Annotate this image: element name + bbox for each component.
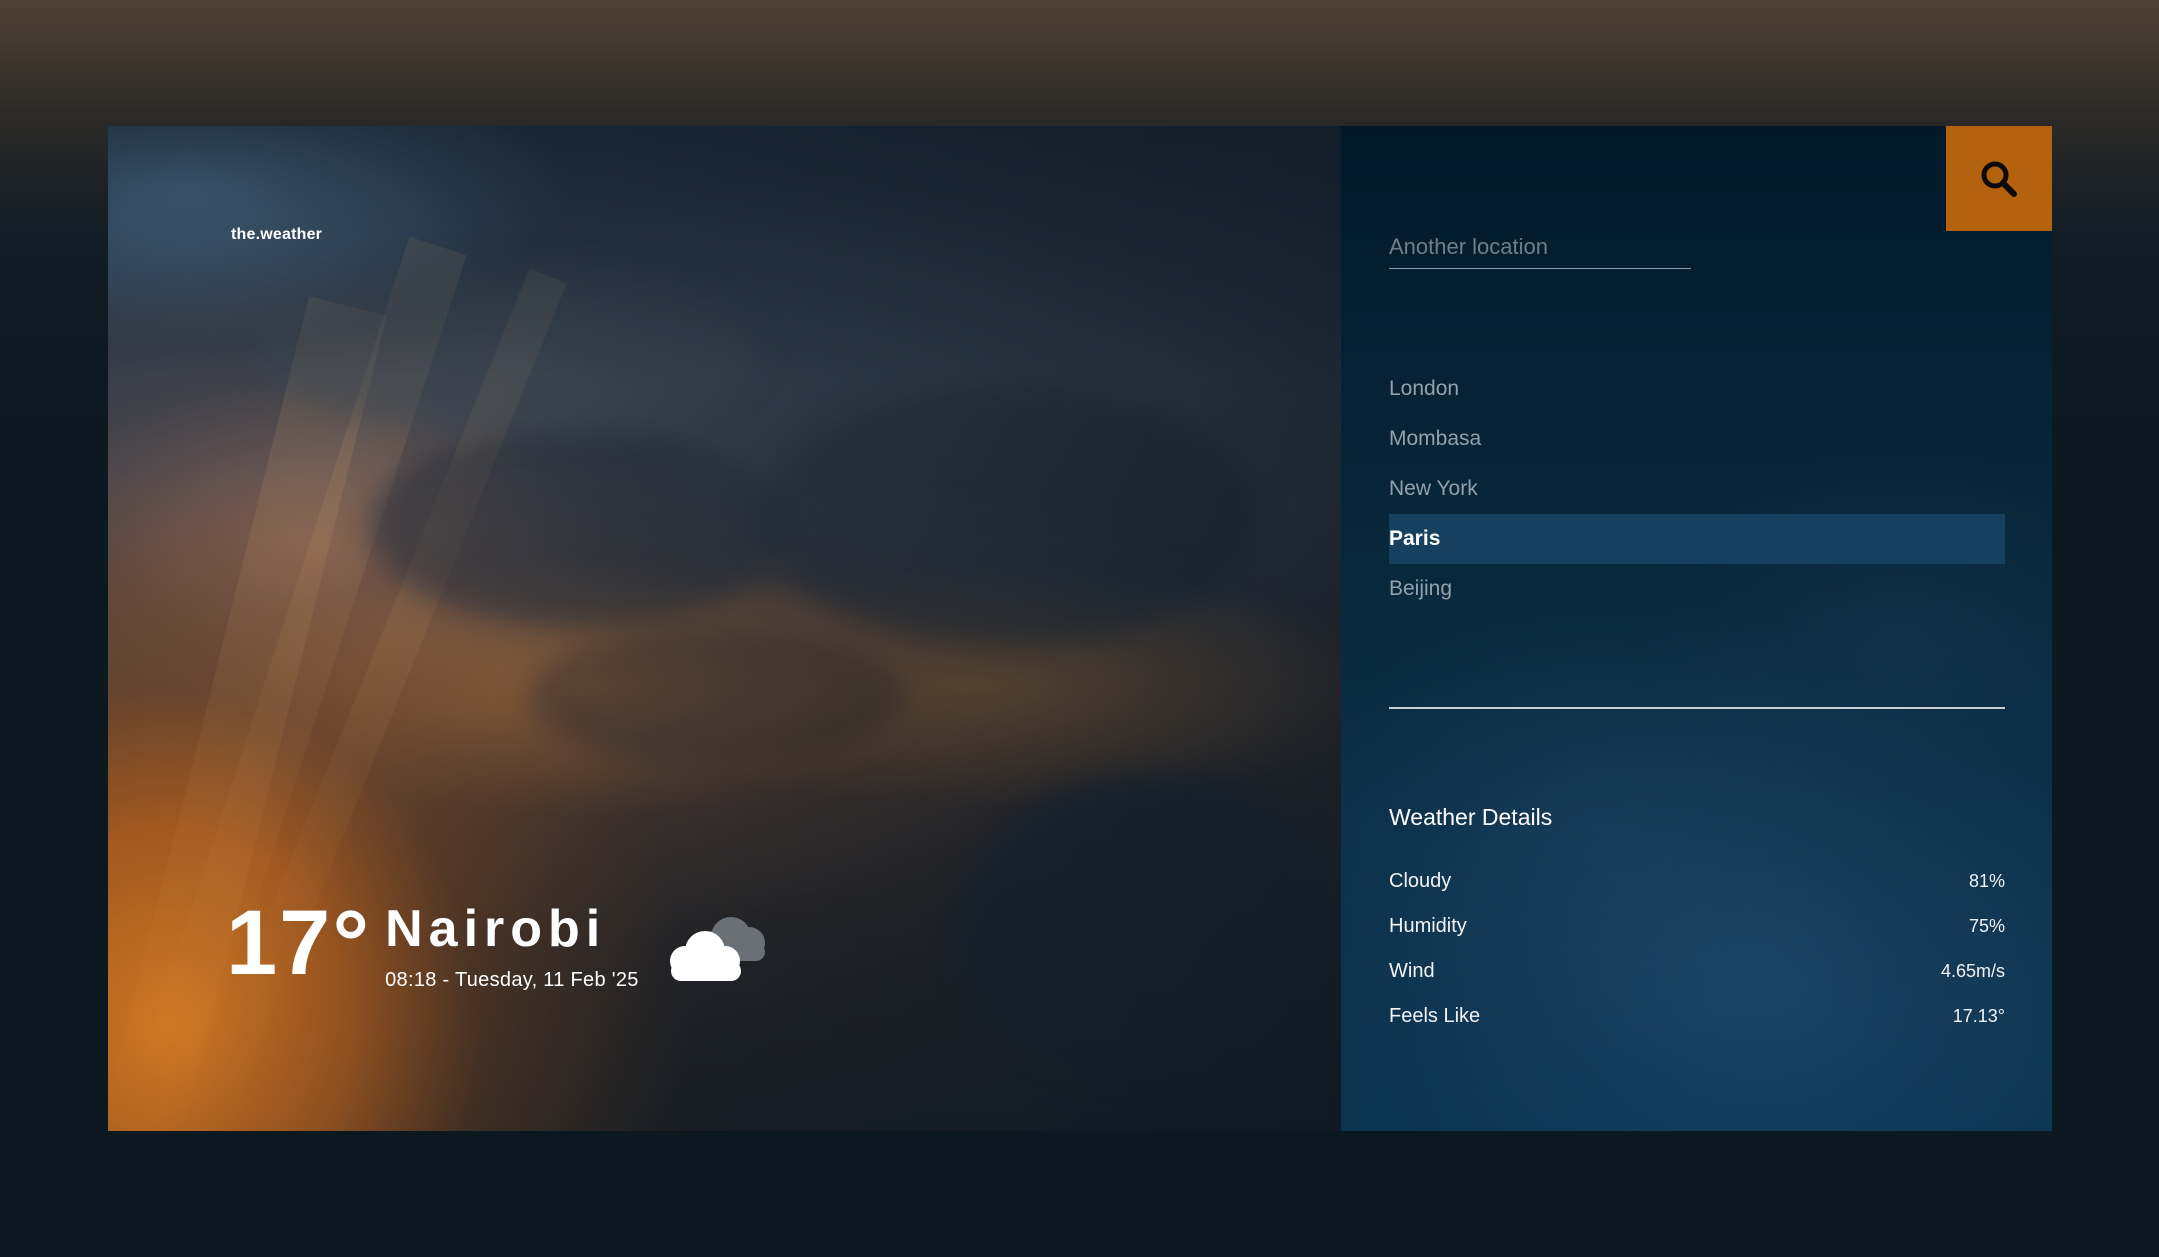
detail-label: Feels Like <box>1389 1005 1481 1027</box>
detail-label: Wind <box>1389 960 1435 982</box>
current-weather: 17° Nairobi 08:18 - Tuesday, 11 Feb '25 <box>226 891 771 992</box>
detail-label: Cloudy <box>1389 870 1452 892</box>
detail-value: 81% <box>1968 871 2005 891</box>
cloudy-icon <box>669 917 765 981</box>
location-item-new-york[interactable]: New York <box>1389 464 2005 514</box>
detail-label: Humidity <box>1389 915 1467 937</box>
location-item-beijing[interactable]: Beijing <box>1389 564 2005 614</box>
current-temperature: 17° <box>226 892 372 994</box>
location-search-input[interactable] <box>1389 226 1691 269</box>
location-item-london[interactable]: London <box>1389 364 2005 414</box>
weather-details-title: Weather Details <box>1389 804 1553 830</box>
detail-value: 75% <box>1968 916 2005 936</box>
detail-row-wind: Wind 4.65m/s <box>1389 949 2005 994</box>
search-icon <box>1981 161 2017 197</box>
brand-logo[interactable]: the.weather <box>231 226 322 244</box>
location-block: Nairobi 08:18 - Tuesday, 11 Feb '25 <box>385 891 639 992</box>
weather-app: the.weather 17° Nairobi 08:18 - Tuesday,… <box>108 126 2052 1131</box>
detail-row-cloudy: Cloudy 81% <box>1389 859 2005 904</box>
background-image: the.weather 17° Nairobi 08:18 - Tuesday,… <box>108 126 1341 1131</box>
weather-details: Cloudy 81% Humidity 75% Wind 4.65m/s Fee… <box>1389 859 2005 1039</box>
location-item-mombasa[interactable]: Mombasa <box>1389 414 2005 464</box>
current-datetime: 08:18 - Tuesday, 11 Feb '25 <box>385 969 639 991</box>
detail-value: 17.13° <box>1952 1006 2005 1026</box>
detail-row-humidity: Humidity 75% <box>1389 904 2005 949</box>
current-city: Nairobi <box>385 900 607 958</box>
detail-value: 4.65m/s <box>1940 961 2005 981</box>
search-button[interactable] <box>1946 126 2052 231</box>
location-list: London Mombasa New York Paris Beijing <box>1389 364 2005 614</box>
sidebar-panel: London Mombasa New York Paris Beijing We… <box>1341 126 2052 1131</box>
divider <box>1389 707 2005 709</box>
detail-row-feels-like: Feels Like 17.13° <box>1389 994 2005 1039</box>
location-item-paris[interactable]: Paris <box>1389 514 2005 564</box>
